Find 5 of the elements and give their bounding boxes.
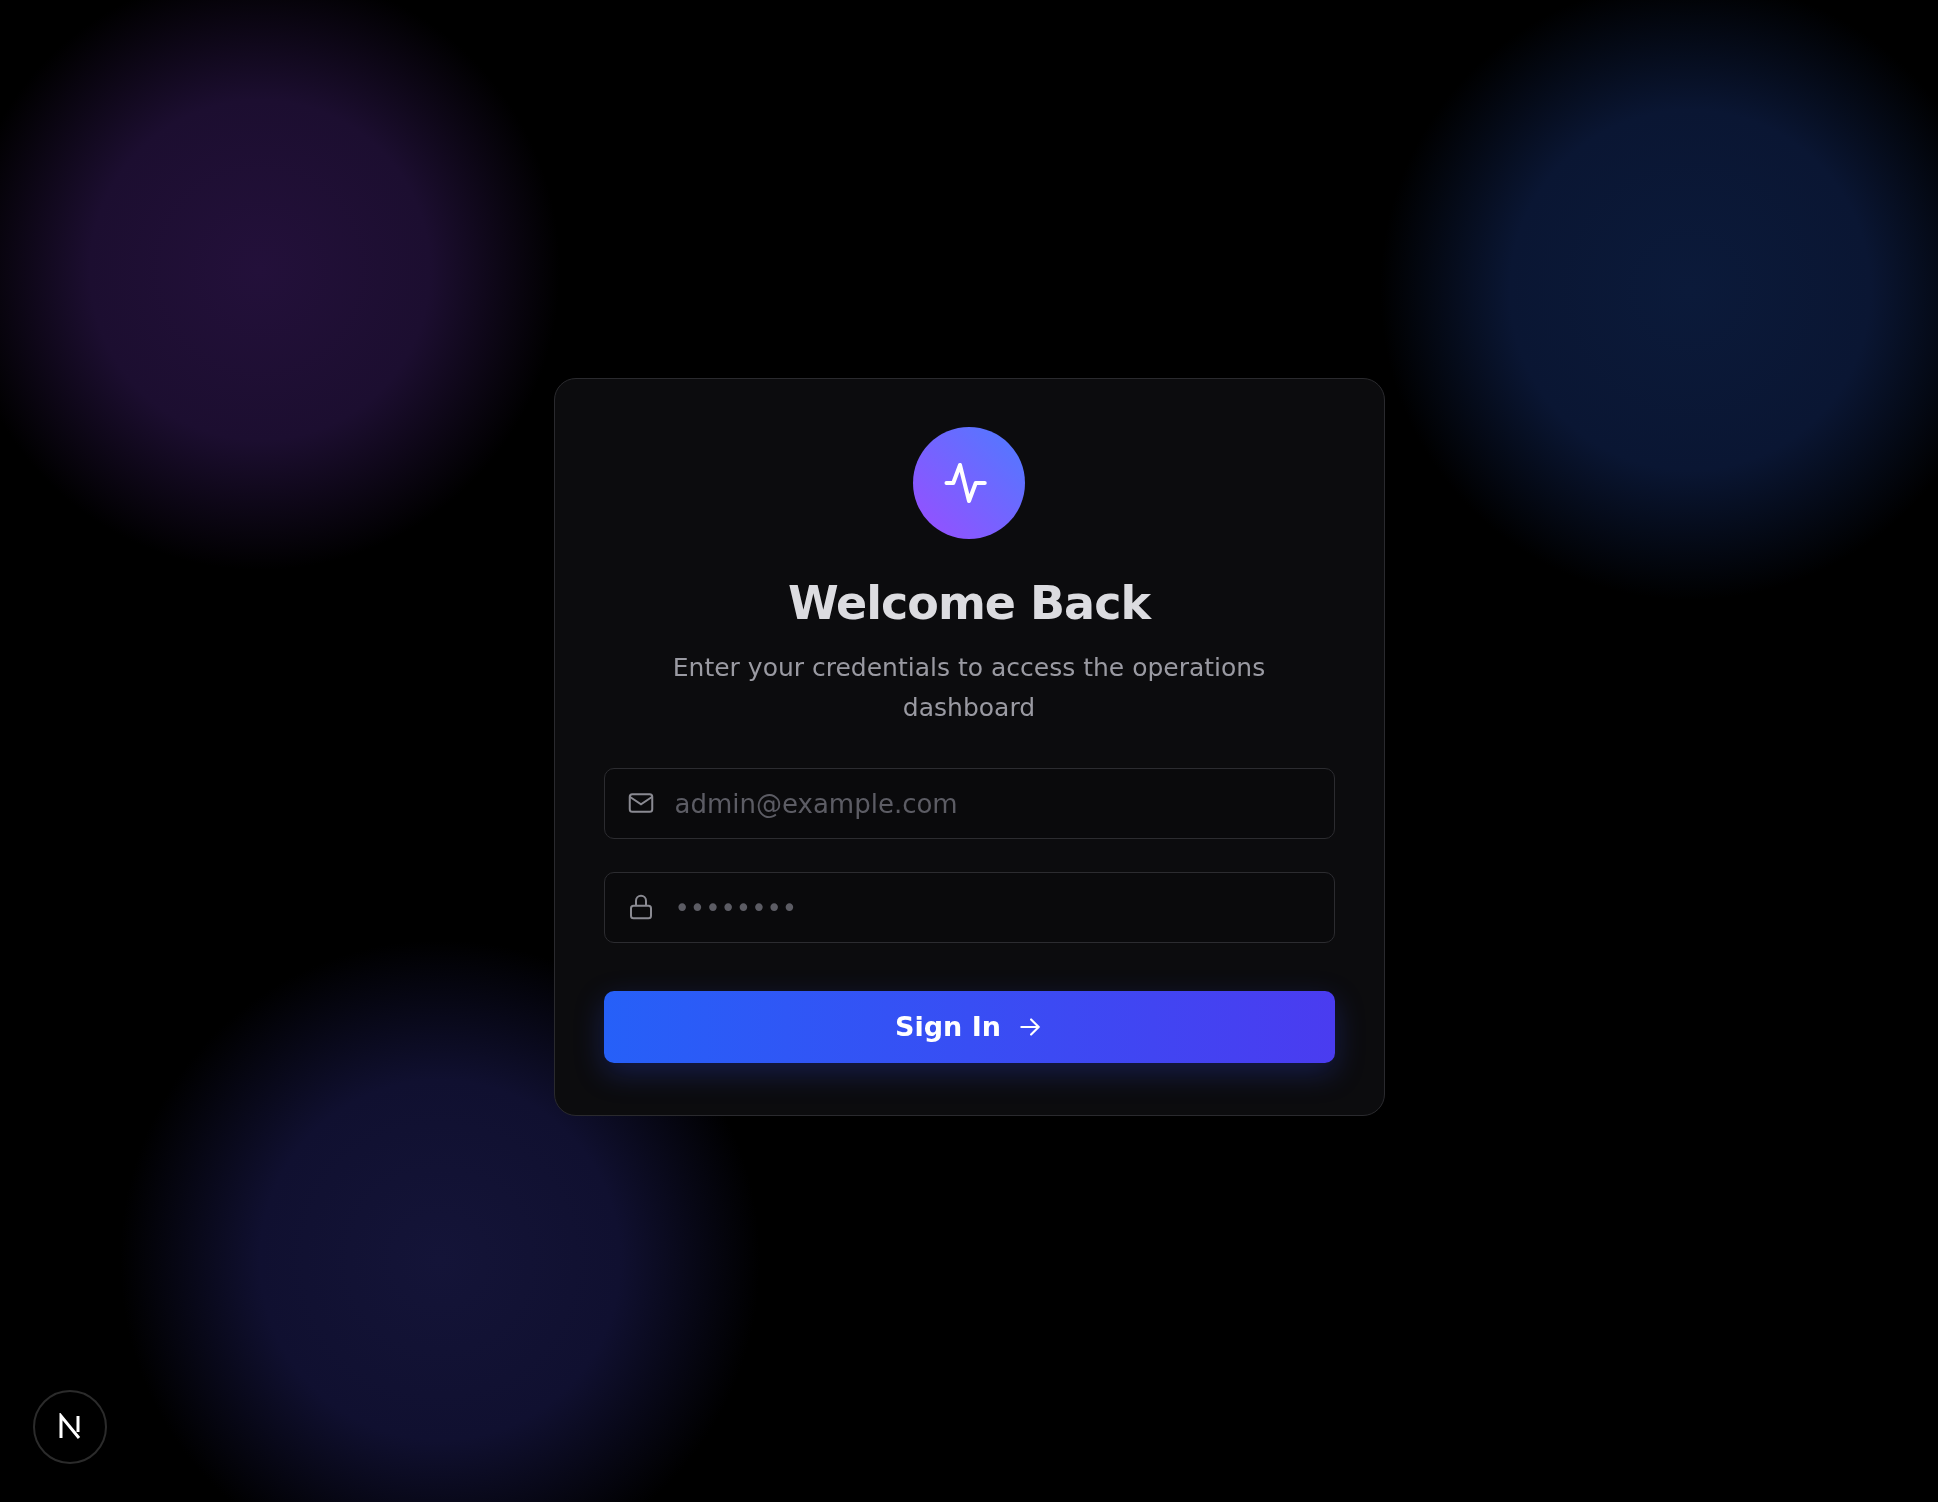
- email-field[interactable]: admin@example.com: [603, 768, 1335, 839]
- password-field[interactable]: ••••••••: [603, 872, 1335, 943]
- title: Welcome Back: [787, 575, 1150, 632]
- sign-in-button[interactable]: Sign In: [603, 991, 1335, 1063]
- subtitle: Enter your credentials to access the operations dashboard: [671, 652, 1267, 724]
